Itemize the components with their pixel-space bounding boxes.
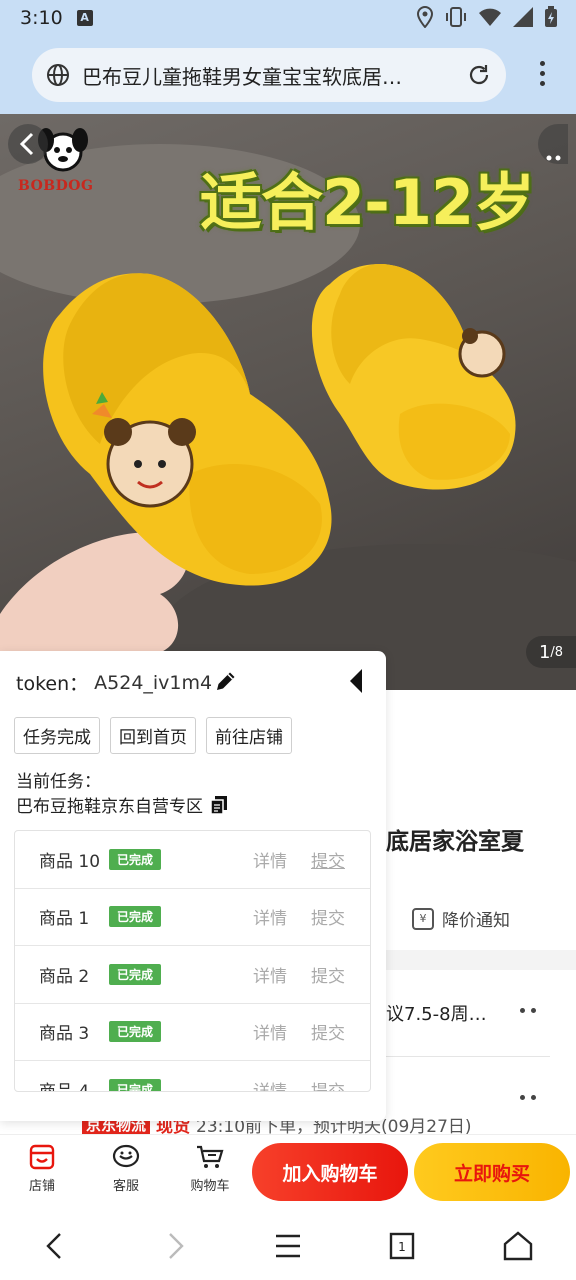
- age-headline: 适合2-12岁: [200, 166, 535, 239]
- home-icon[interactable]: [500, 1228, 536, 1264]
- item-name: 商品 10: [39, 851, 101, 872]
- size-suggestion[interactable]: 议7.5-8周…: [386, 1000, 487, 1026]
- cart-button[interactable]: 购物车: [180, 1143, 240, 1194]
- detail-link[interactable]: 详情: [253, 1077, 287, 1091]
- url-text[interactable]: 巴布豆儿童拖鞋男女童宝宝软底居…: [82, 61, 466, 90]
- status-badge: 已完成: [109, 963, 162, 985]
- vibrate-icon: [446, 7, 466, 27]
- battery-icon: [545, 6, 557, 27]
- section-divider: [370, 950, 576, 970]
- brand-name: BOBDOG: [18, 178, 94, 194]
- browser-menu-icon[interactable]: [540, 61, 546, 91]
- image-page-indicator: 1/8: [526, 636, 576, 668]
- status-bar: 3:10 A: [0, 0, 576, 36]
- token-label: token：: [16, 673, 89, 695]
- status-badge: 已完成: [109, 848, 162, 870]
- collapse-icon[interactable]: [346, 667, 366, 695]
- bottom-action-bar: 店铺 客服 购物车 加入购物车 立即购买: [0, 1134, 576, 1210]
- submit-link[interactable]: 提交: [311, 904, 345, 929]
- store-button[interactable]: 店铺: [12, 1143, 72, 1194]
- product-title-fragment: 底居家浴室夏: [386, 829, 524, 855]
- chat-icon: [112, 1144, 140, 1168]
- task-overlay-panel: token： A524_iv1m4 任务完成 回到首页 前往店铺 当前任务： 巴…: [0, 651, 386, 1121]
- detail-link[interactable]: 详情: [253, 962, 287, 987]
- list-item: 商品 2 已完成 详情 提交: [15, 946, 370, 1004]
- submit-link[interactable]: 提交: [311, 847, 345, 872]
- detail-link[interactable]: 详情: [253, 904, 287, 929]
- status-icons: [416, 6, 558, 28]
- token-row: token： A524_iv1m4: [16, 669, 212, 696]
- price-notice-button[interactable]: ¥ 降价通知: [412, 906, 510, 931]
- store-label: 店铺: [28, 1179, 55, 1194]
- item-name: 商品 1: [39, 909, 90, 930]
- more-icon[interactable]: [538, 124, 568, 164]
- svg-text:1: 1: [398, 1240, 406, 1254]
- status-badge: 已完成: [109, 906, 162, 928]
- action-buttons: 任务完成 回到首页 前往店铺: [14, 717, 292, 754]
- price-tag-icon: ¥: [412, 907, 434, 930]
- submit-link[interactable]: 提交: [311, 1077, 345, 1091]
- list-item: 商品 10 已完成 详情 提交: [15, 831, 370, 889]
- submit-link[interactable]: 提交: [311, 1019, 345, 1044]
- list-item: 商品 1 已完成 详情 提交: [15, 889, 370, 946]
- back-home-button[interactable]: 回到首页: [110, 717, 196, 754]
- list-item: 商品 4 已完成 详情 提交: [15, 1061, 370, 1092]
- item-name: 商品 3: [39, 1024, 90, 1045]
- go-to-store-button[interactable]: 前往店铺: [206, 717, 292, 754]
- location-icon: [416, 6, 434, 28]
- item-name: 商品 2: [39, 966, 90, 987]
- browser-nav-bar: 1: [0, 1210, 576, 1280]
- more-options-icon[interactable]: [520, 1007, 546, 1013]
- current-task-name: 巴布豆拖鞋京东自营专区: [16, 797, 203, 817]
- wifi-icon: [479, 8, 501, 26]
- service-label: 客服: [112, 1179, 139, 1194]
- edit-icon[interactable]: [214, 669, 238, 693]
- token-value: A524_iv1m4: [94, 671, 213, 694]
- nav-menu-icon[interactable]: [270, 1228, 306, 1264]
- cart-icon: [197, 1145, 224, 1168]
- status-time: 3:10: [20, 7, 63, 29]
- price-notice-label: 降价通知: [442, 911, 510, 931]
- back-icon[interactable]: [8, 124, 48, 164]
- current-task: 巴布豆拖鞋京东自营专区: [16, 792, 229, 817]
- globe-icon: [47, 64, 69, 86]
- row-divider: [386, 1056, 550, 1057]
- item-name: 商品 4: [39, 1081, 90, 1092]
- cart-label: 购物车: [190, 1179, 230, 1194]
- submit-link[interactable]: 提交: [311, 962, 345, 987]
- service-button[interactable]: 客服: [96, 1143, 156, 1194]
- tabs-icon[interactable]: 1: [384, 1228, 420, 1264]
- list-item: 商品 3 已完成 详情 提交: [15, 1004, 370, 1061]
- nav-back-icon[interactable]: [38, 1228, 74, 1264]
- nav-forward-icon[interactable]: [156, 1228, 192, 1264]
- item-list[interactable]: 商品 10 已完成 详情 提交 商品 1 已完成 详情 提交 商品 2 已完成 …: [14, 830, 371, 1092]
- add-to-cart-button[interactable]: 加入购物车: [252, 1143, 408, 1201]
- task-complete-button[interactable]: 任务完成: [14, 717, 100, 754]
- store-icon: [29, 1144, 55, 1170]
- status-badge: 已完成: [109, 1021, 162, 1043]
- product-image[interactable]: BOBDOG 适合2-12岁 1/8: [0, 114, 576, 690]
- detail-link[interactable]: 详情: [253, 1019, 287, 1044]
- address-bar[interactable]: 巴布豆儿童拖鞋男女童宝宝软底居…: [32, 48, 506, 102]
- keyboard-notification-icon: A: [76, 10, 93, 26]
- copy-icon[interactable]: [209, 795, 229, 815]
- status-badge: 已完成: [109, 1078, 162, 1091]
- detail-link[interactable]: 详情: [253, 847, 287, 872]
- browser-toolbar: 巴布豆儿童拖鞋男女童宝宝软底居…: [0, 36, 576, 114]
- signal-icon: [513, 7, 533, 27]
- current-task-label: 当前任务：: [16, 772, 101, 792]
- buy-now-button[interactable]: 立即购买: [414, 1143, 570, 1201]
- more-options-icon[interactable]: [520, 1094, 546, 1100]
- reload-icon[interactable]: [466, 62, 492, 88]
